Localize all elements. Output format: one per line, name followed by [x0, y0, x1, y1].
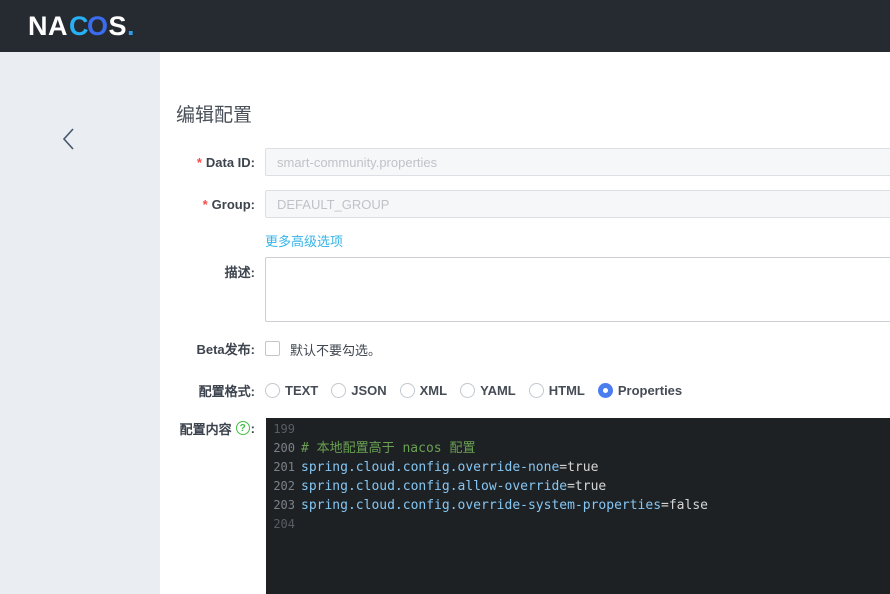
- code-line: 203 spring.cloud.config.override-system-p…: [266, 496, 890, 515]
- code-text: spring.cloud.config.override-none=true: [301, 458, 598, 477]
- line-number: 204: [266, 515, 295, 534]
- radio-option-label: Properties: [618, 383, 682, 398]
- radio-option-label: TEXT: [285, 383, 318, 398]
- format-options: TEXT JSON XML YAML HTML Properties: [265, 381, 682, 399]
- code-text: spring.cloud.config.override-system-prop…: [301, 496, 708, 515]
- sidebar-collapse-button[interactable]: [52, 124, 84, 158]
- radio-icon: [529, 383, 544, 398]
- logo-text-na: NA: [28, 11, 68, 42]
- page-title: 编辑配置: [176, 100, 252, 127]
- radio-icon: [265, 383, 280, 398]
- group-label: * Group:: [160, 190, 255, 218]
- format-label: 配置格式:: [160, 381, 255, 399]
- radio-icon: [400, 383, 415, 398]
- line-number: 202: [266, 477, 295, 496]
- code-line: 201 spring.cloud.config.override-none=tru…: [266, 458, 890, 477]
- line-number: 203: [266, 496, 295, 515]
- nacos-logo[interactable]: NACOS.: [28, 0, 135, 52]
- line-number: 200: [266, 439, 295, 458]
- code-line: 204: [266, 515, 890, 534]
- format-option-json[interactable]: JSON: [331, 383, 386, 398]
- data-id-input[interactable]: [265, 148, 890, 176]
- required-asterisk: *: [197, 155, 202, 170]
- required-asterisk: *: [203, 197, 208, 212]
- line-number: 199: [266, 420, 295, 439]
- radio-option-label: JSON: [351, 383, 386, 398]
- chevron-left-icon: [60, 126, 77, 157]
- radio-icon: [331, 383, 346, 398]
- main-content: 编辑配置 * Data ID: * Group: 更多高级选项 描述: Beta…: [160, 52, 890, 594]
- code-line: 202 spring.cloud.config.allow-override=tr…: [266, 477, 890, 496]
- format-option-yaml[interactable]: YAML: [460, 383, 516, 398]
- logo-text-s: S: [109, 11, 128, 42]
- radio-option-label: YAML: [480, 383, 516, 398]
- advanced-options-link[interactable]: 更多高级选项: [265, 231, 343, 250]
- code-line: 199: [266, 420, 890, 439]
- sidebar: [0, 52, 160, 594]
- beta-checkbox[interactable]: [265, 341, 280, 356]
- description-label: 描述:: [160, 259, 255, 283]
- code-line: 200 # 本地配置高于 nacos 配置: [266, 439, 890, 458]
- line-number: 201: [266, 458, 295, 477]
- format-option-text[interactable]: TEXT: [265, 383, 318, 398]
- logo-text-c: C: [69, 11, 89, 42]
- code-text: # 本地配置高于 nacos 配置: [301, 439, 475, 458]
- config-content-editor[interactable]: 199200 # 本地配置高于 nacos 配置 201 spring.cloud.c…: [266, 418, 890, 594]
- radio-option-label: HTML: [549, 383, 585, 398]
- format-option-html[interactable]: HTML: [529, 383, 585, 398]
- help-icon[interactable]: ?: [236, 421, 250, 435]
- radio-icon: [460, 383, 475, 398]
- logo-dot: .: [127, 11, 135, 42]
- editor-lines: 199200 # 本地配置高于 nacos 配置 201 spring.cloud.c…: [266, 420, 890, 534]
- config-content-label: 配置内容 ? :: [160, 418, 255, 438]
- logo-text-o: O: [87, 11, 109, 42]
- format-option-xml[interactable]: XML: [400, 383, 447, 398]
- code-text: spring.cloud.config.allow-override=true: [301, 477, 606, 496]
- beta-hint-text: 默认不要勾选。: [290, 340, 381, 359]
- group-input[interactable]: [265, 190, 890, 218]
- radio-icon: [598, 383, 613, 398]
- description-textarea[interactable]: [265, 257, 890, 322]
- radio-option-label: XML: [420, 383, 447, 398]
- data-id-label: * Data ID:: [160, 148, 255, 176]
- top-navbar: NACOS.: [0, 0, 890, 52]
- format-option-properties[interactable]: Properties: [598, 383, 682, 398]
- beta-label: Beta发布:: [160, 339, 255, 357]
